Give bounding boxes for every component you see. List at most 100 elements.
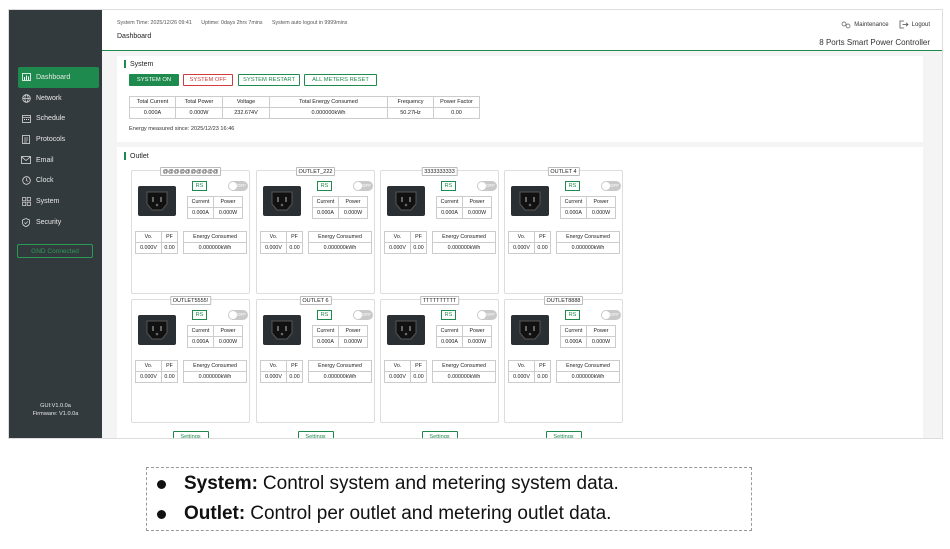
power-header: Power [462,196,492,208]
energy-value: 0.000000kWh [556,242,620,254]
sidebar-item-clock[interactable]: Clock [9,170,102,191]
mini-value-row: 0.000000kWh [183,242,247,254]
vo-value: 0.000V [384,371,411,383]
legend-term: Outlet: [184,503,246,524]
sidebar: Dashboard Network Schedule Protocols Ema… [9,10,102,438]
value-total-current: 0.000A [129,107,176,119]
sidebar-item-label: Network [36,94,62,102]
gnd-status-badge: GND Connected [17,244,93,258]
energy-value: 0.000000kWh [308,371,372,383]
mini-value-row: 0.000V 0.00 [260,371,303,383]
rs-button[interactable]: RS [317,310,332,320]
outlet-energy-table: Energy Consumed 0.000000kWh [183,360,247,383]
mini-value-row: 0.000000kWh [308,371,372,383]
outlet-settings-button[interactable]: Settings [545,431,582,438]
value-frequency: 50.27Hz [387,107,434,119]
outlet-energy-table: Energy Consumed 0.000000kWh [432,231,496,254]
power-value: 0.000W [213,336,243,348]
energy-value: 0.000000kWh [308,242,372,254]
current-value: 0.000A [560,207,587,219]
outlet-power-toggle[interactable]: OFF [477,310,497,320]
rs-button[interactable]: RS [441,310,456,320]
mini-value-row: 0.000A 0.000W [560,207,616,219]
sidebar-item-system[interactable]: System [9,191,102,212]
outlet-power-toggle[interactable]: OFF [601,310,621,320]
sidebar-item-protocols[interactable]: Protocols [9,129,102,150]
toggle-knob [602,182,610,190]
pf-value: 0.00 [534,371,551,383]
outlet-power-toggle[interactable]: OFF [601,181,621,191]
outlet-power-toggle[interactable]: OFF [228,181,248,191]
toggle-knob [229,311,237,319]
outlet-vo-pf-table: Vo. PF 0.000V 0.00 [384,360,427,383]
sidebar-nav: Dashboard Network Schedule Protocols Ema… [9,67,102,233]
sidebar-item-schedule[interactable]: Schedule [9,108,102,129]
mini-header-row: Current Power [312,325,368,337]
mini-header-row: Current Power [187,196,243,208]
system-restart-button[interactable]: SYSTEM RESTART [238,74,300,86]
outlet-power-toggle[interactable]: OFF [353,310,373,320]
sidebar-item-dashboard[interactable]: Dashboard [18,67,99,88]
mini-value-row: 0.000A 0.000W [187,207,243,219]
toggle-label: OFF [237,312,246,317]
outlet-current-power-table: Current Power 0.000A 0.000W [312,325,368,348]
status-line: System Time: 2025/12/26 09:41 Uptime: 0d… [117,20,355,26]
current-value: 0.000A [436,336,463,348]
power-value: 0.000W [338,207,368,219]
mini-value-row: 0.000000kWh [556,371,620,383]
sidebar-item-label: Dashboard [36,73,71,81]
rs-button[interactable]: RS [565,310,580,320]
power-value: 0.000W [462,336,492,348]
outlet-energy-table: Energy Consumed 0.000000kWh [556,231,620,254]
rs-button[interactable]: RS [317,181,332,191]
sidebar-item-label: Security [36,218,62,226]
outlet-power-toggle[interactable]: OFF [477,181,497,191]
mini-value-row: 0.000V 0.00 [508,242,551,254]
sidebar-item-security[interactable]: Security [9,212,102,233]
energy-value: 0.000000kWh [432,242,496,254]
firmware-version: Firmware: V1.0.0a [32,411,79,417]
sidebar-item-network[interactable]: Network [9,88,102,109]
toggle-knob [478,311,486,319]
toggle-label: OFF [486,312,495,317]
toggle-knob [354,311,362,319]
vo-header: Vo. [135,231,162,243]
outlet-energy-table: Energy Consumed 0.000000kWh [308,231,372,254]
pf-value: 0.00 [286,242,303,254]
header-total-power: Total Power [175,96,223,108]
pf-header: PF [286,231,303,243]
outlet-card: TTTTTTTTTT RS OFF Current Power 0.000A 0.000W V… [380,296,499,438]
mini-header-row: Energy Consumed [308,231,372,243]
outlet-power-toggle[interactable]: OFF [228,310,248,320]
logout-link[interactable]: Logout [899,20,930,29]
mini-header-row: Energy Consumed [308,360,372,372]
outlet-name: OUTLET5555! [169,296,212,305]
all-meters-reset-button[interactable]: ALL METERS RESET [304,74,377,86]
power-value: 0.000W [586,336,616,348]
outlet-name: @@@@@@@@@@ [159,167,222,176]
mini-header-row: Vo. PF [135,360,178,372]
current-header: Current [436,196,463,208]
mini-header-row: Vo. PF [260,360,303,372]
rs-button[interactable]: RS [192,310,207,320]
outlet-settings-button[interactable]: Settings [172,431,209,438]
rs-button[interactable]: RS [565,181,580,191]
system-on-button[interactable]: SYSTEM ON [129,74,179,86]
outlet-current-power-table: Current Power 0.000A 0.000W [560,325,616,348]
system-off-button[interactable]: SYSTEM OFF [183,74,233,86]
rs-button[interactable]: RS [192,181,207,191]
product-name: 8 Ports Smart Power Controller [819,38,930,47]
energy-value: 0.000000kWh [183,242,247,254]
outlet-settings-button[interactable]: Settings [297,431,334,438]
outlet-power-toggle[interactable]: OFF [353,181,373,191]
current-header: Current [187,325,214,337]
rs-button[interactable]: RS [441,181,456,191]
sidebar-item-email[interactable]: Email [9,150,102,171]
legend-box: System: Control system and metering syst… [146,467,752,531]
mini-header-row: Energy Consumed [183,360,247,372]
outlet-name: TTTTTTTTTT [419,296,460,305]
outlet-settings-button[interactable]: Settings [421,431,458,438]
mini-header-row: Vo. PF [508,231,551,243]
maintenance-link[interactable]: Maintenance [841,21,889,29]
auto-logout: System auto logout in 9999mins [272,20,348,26]
